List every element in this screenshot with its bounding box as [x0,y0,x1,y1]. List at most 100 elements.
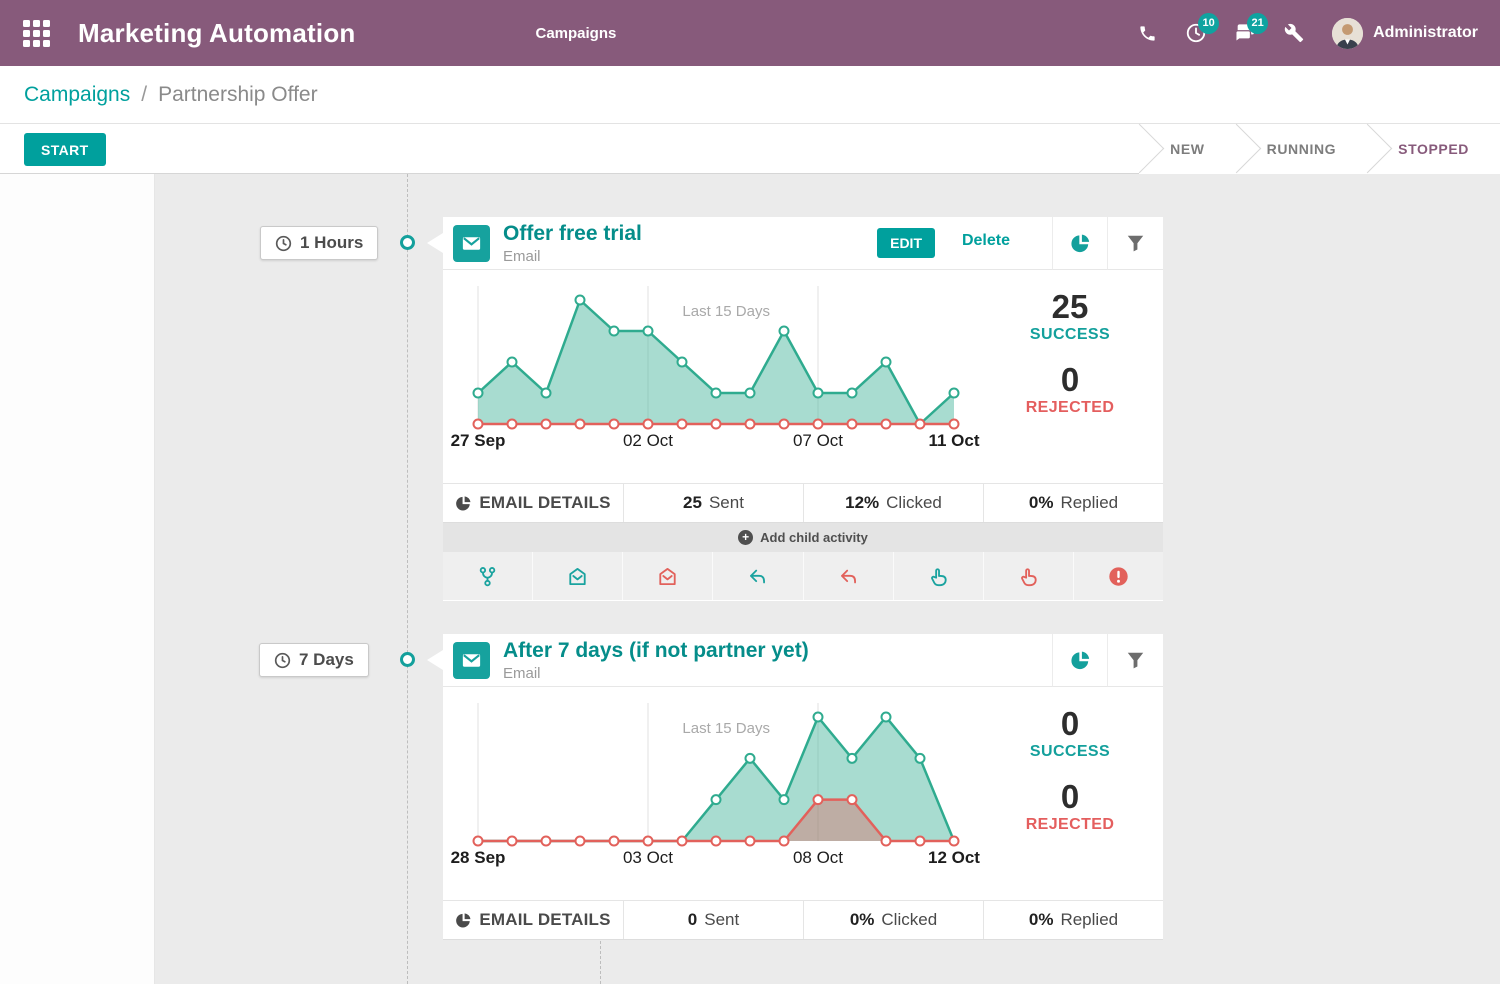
svg-text:11 Oct: 11 Oct [928,431,979,450]
child-trigger-fork-icon[interactable] [443,552,532,600]
control-panel: START NEW RUNNING STOPPED [0,124,1500,174]
svg-text:03 Oct: 03 Oct [623,848,673,867]
edit-button[interactable]: EDIT [877,228,935,258]
trigger-badge-2[interactable]: 7 Days [259,643,369,677]
app-title: Marketing Automation [78,18,355,49]
child-trigger-reply-icon[interactable] [713,552,802,600]
apps-menu-icon[interactable] [23,20,50,47]
activity-stats-1: 25 SUCCESS 0 REJECTED [995,288,1145,417]
activity-card-header-2: After 7 days (if not partner yet) Email [443,634,1052,687]
clock-icon [275,235,292,252]
email-details-row-2: EMAIL DETAILS 0Sent 0%Clicked 0%Replied [443,900,1163,940]
success-count[interactable]: 0 [995,705,1145,743]
replied-stat-cell[interactable]: 0%Replied [983,484,1163,522]
canvas-left-margin [0,174,155,984]
start-button[interactable]: START [24,133,106,166]
svg-text:Last 15 Days: Last 15 Days [682,720,770,737]
child-trigger-hand-pointer-icon[interactable] [984,552,1073,600]
pie-chart-icon [455,912,472,929]
svg-text:Last 15 Days: Last 15 Days [682,303,770,320]
activity-graph-panel-1: Last 15 Days27 Sep02 Oct07 Oct11 Oct 25 … [443,270,1163,483]
add-child-activity-button[interactable]: + Add child activity [443,523,1163,552]
user-name[interactable]: Administrator [1373,24,1478,42]
hand-pointer-icon [928,566,949,587]
status-steps: NEW RUNNING STOPPED [1139,124,1500,174]
clicked-stat-cell[interactable]: 12%Clicked [803,484,983,522]
workflow-node-1 [400,235,415,250]
card-pointer-1 [427,233,443,253]
top-navbar: Marketing Automation Campaigns 10 21 Adm… [0,0,1500,66]
exclamation-icon [1108,566,1129,587]
pie-chart-icon [1070,650,1091,671]
breadcrumb-campaigns-link[interactable]: Campaigns [24,83,130,107]
child-connector-line [600,941,601,984]
filter-icon [1126,234,1145,253]
fork-icon [477,566,498,587]
topbar-right-icons: 10 21 Administrator [1136,0,1478,66]
success-label: SUCCESS [995,743,1145,761]
success-count[interactable]: 25 [995,288,1145,326]
trigger-badge-1[interactable]: 1 Hours [260,226,378,260]
trigger-label: 7 Days [299,650,354,670]
hand-pointer-icon [1018,566,1039,587]
email-activity-icon [453,642,490,679]
rejected-label: REJECTED [995,816,1145,834]
filter-tab-2[interactable] [1107,634,1163,687]
svg-text:02 Oct: 02 Oct [623,431,673,450]
delete-button[interactable]: Delete [962,232,1010,250]
activities-count-badge: 10 [1198,13,1219,34]
user-avatar[interactable] [1332,18,1363,49]
child-trigger-envelope-open-icon[interactable] [533,552,622,600]
svg-text:27 Sep: 27 Sep [451,431,506,450]
breadcrumb: Campaigns / Partnership Offer [0,66,1500,124]
menu-campaigns[interactable]: Campaigns [535,25,616,42]
graph-tab-1[interactable] [1052,217,1107,270]
card-pointer-2 [427,650,443,670]
filter-icon [1126,651,1145,670]
activity-title[interactable]: After 7 days (if not partner yet) [503,639,809,663]
tools-icon[interactable] [1283,22,1305,44]
email-details-cell[interactable]: EMAIL DETAILS [443,901,623,939]
breadcrumb-separator: / [141,83,147,107]
envelope-open-icon [567,566,588,587]
reply-icon [838,566,859,587]
rejected-count[interactable]: 0 [995,361,1145,399]
child-trigger-reply-icon[interactable] [804,552,893,600]
messages-icon[interactable]: 21 [1234,22,1256,44]
svg-text:28 Sep: 28 Sep [451,848,506,867]
email-details-cell[interactable]: EMAIL DETAILS [443,484,623,522]
child-trigger-envelope-open-icon[interactable] [623,552,712,600]
activities-clock-icon[interactable]: 10 [1185,22,1207,44]
filter-tab-1[interactable] [1107,217,1163,270]
rejected-label: REJECTED [995,399,1145,417]
svg-text:08 Oct: 08 Oct [793,848,843,867]
replied-stat-cell[interactable]: 0%Replied [983,901,1163,939]
breadcrumb-current: Partnership Offer [158,83,318,107]
activity-title[interactable]: Offer free trial [503,222,642,246]
clicked-stat-cell[interactable]: 0%Clicked [803,901,983,939]
plus-circle-icon: + [738,530,753,545]
sent-stat-cell[interactable]: 0Sent [623,901,803,939]
email-details-row-1: EMAIL DETAILS 25Sent 12%Clicked 0%Replie… [443,483,1163,523]
email-activity-icon [453,225,490,262]
phone-icon[interactable] [1136,22,1158,44]
activity-graph-panel-2: Last 15 Days 28 Sep 03 Oct 08 Oct 12 Oct 0 S… [443,687,1163,900]
success-label: SUCCESS [995,326,1145,344]
activity-type: Email [503,248,541,265]
status-step-stopped[interactable]: STOPPED [1367,124,1500,174]
workflow-node-2 [400,652,415,667]
trigger-label: 1 Hours [300,233,363,253]
pie-chart-icon [455,495,472,512]
workflow-connector-line [407,174,408,984]
activity-stats-2: 0 SUCCESS 0 REJECTED [995,705,1145,834]
child-trigger-hand-pointer-icon[interactable] [894,552,983,600]
rejected-count[interactable]: 0 [995,778,1145,816]
clock-icon [274,652,291,669]
child-activity-trigger-icons [443,552,1163,601]
svg-text:12 Oct: 12 Oct [928,848,980,867]
graph-tab-2[interactable] [1052,634,1107,687]
sent-stat-cell[interactable]: 25Sent [623,484,803,522]
messages-count-badge: 21 [1247,13,1268,34]
child-trigger-exclamation-icon[interactable] [1074,552,1163,600]
pie-chart-icon [1070,233,1091,254]
